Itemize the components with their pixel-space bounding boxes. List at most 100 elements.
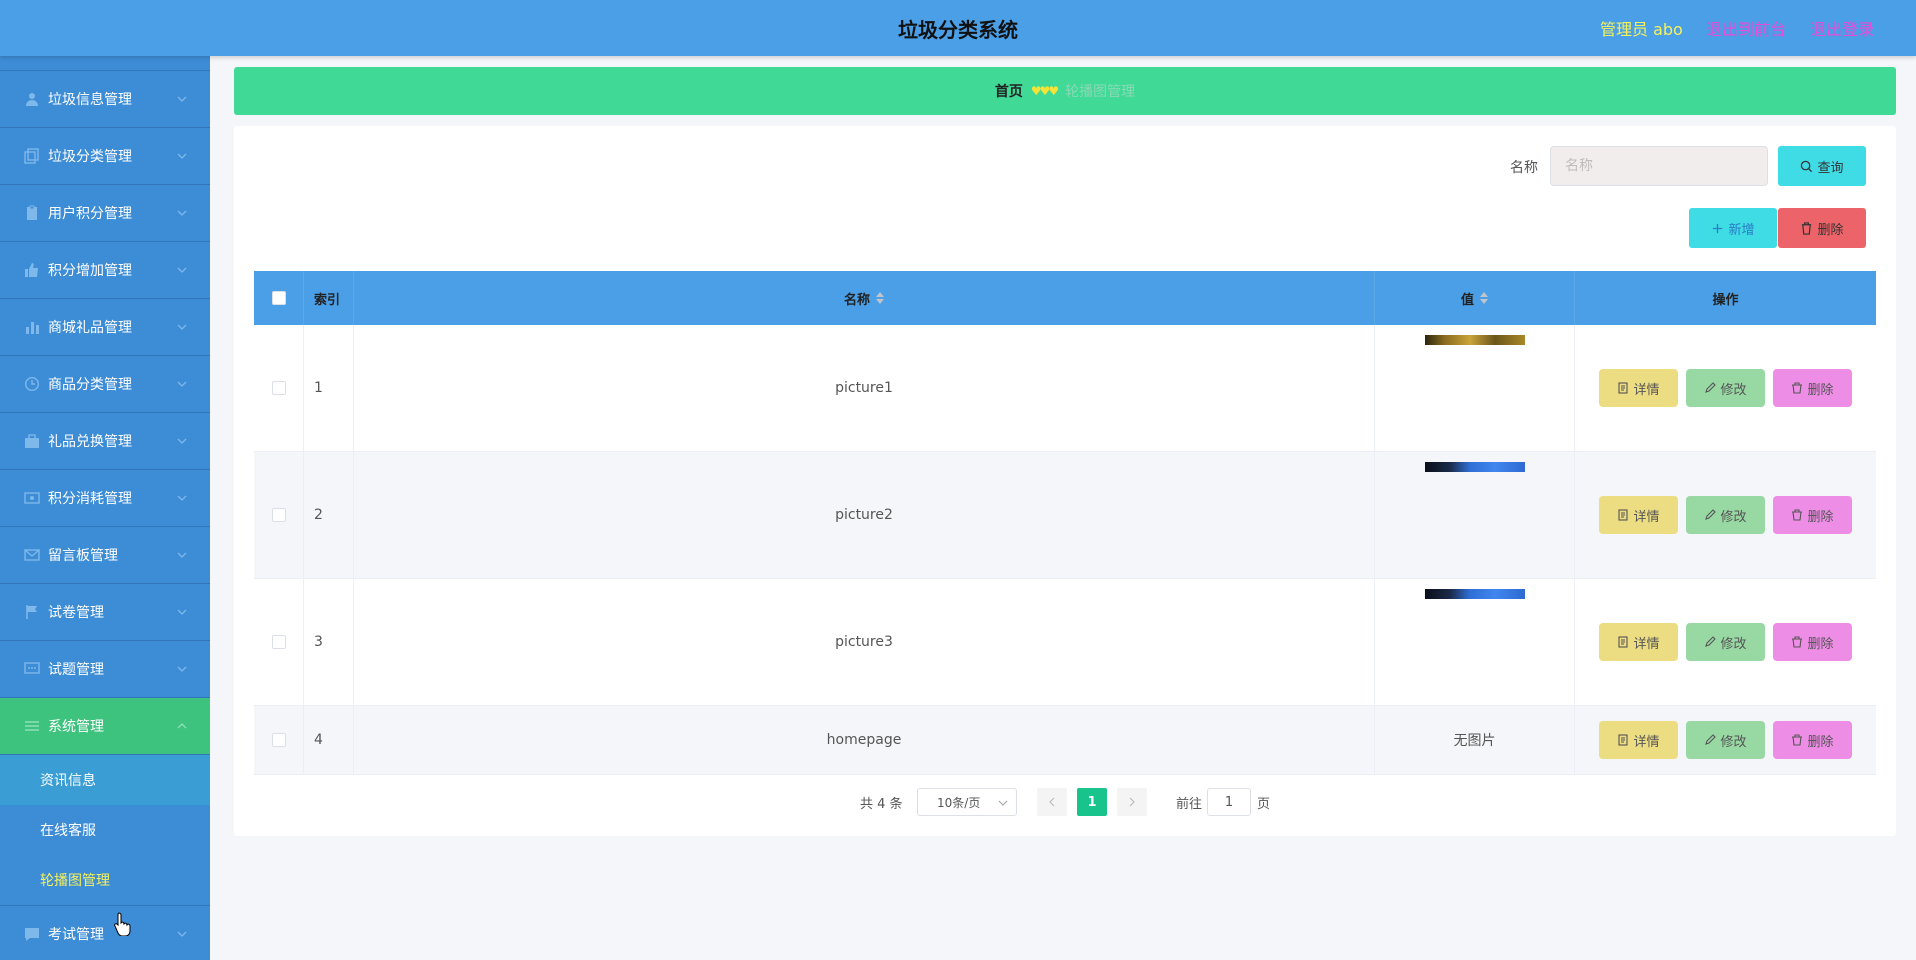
delete-label: 删除 — [1807, 382, 1834, 398]
copy-icon — [24, 148, 40, 164]
chevron-right-icon — [1129, 797, 1135, 807]
row-index: 2 — [304, 452, 354, 578]
batch-delete-button[interactable]: 删除 — [1778, 208, 1866, 248]
row-index: 4 — [304, 706, 354, 774]
breadcrumb-home[interactable]: 首页 — [995, 81, 1023, 101]
sliders-icon — [24, 718, 40, 734]
goto-page-input[interactable] — [1207, 788, 1251, 816]
chevron-left-icon — [1049, 797, 1055, 807]
query-button[interactable]: 查询 — [1778, 146, 1866, 186]
sort-icon[interactable] — [1480, 292, 1488, 304]
clock-icon — [24, 376, 40, 392]
select-all-checkbox[interactable] — [271, 291, 286, 305]
hearts-separator-icon: ♥♥♥ — [1030, 84, 1059, 98]
table-row: 3 picture3 详情 修改 删除 — [254, 579, 1876, 706]
delete-button[interactable]: 删除 — [1773, 496, 1852, 534]
trash-icon — [1792, 636, 1803, 648]
sidebar-top-divider — [0, 56, 210, 71]
search-input[interactable] — [1550, 146, 1768, 186]
table-row: 1 picture1 详情 修改 删除 — [254, 325, 1876, 452]
edit-button[interactable]: 修改 — [1686, 623, 1765, 661]
delete-label: 删除 — [1807, 734, 1834, 750]
detail-button[interactable]: 详情 — [1599, 623, 1678, 661]
page-size-select[interactable]: 10条/页 — [917, 788, 1017, 816]
sidebar-item-label: 用户积分管理 — [48, 206, 132, 222]
batch-delete-label: 删除 — [1817, 222, 1844, 238]
thumbnail-image[interactable] — [1425, 589, 1525, 599]
detail-label: 详情 — [1633, 382, 1660, 398]
sidebar-item-gift-mall[interactable]: 商城礼品管理 — [0, 299, 210, 356]
edit-button[interactable]: 修改 — [1686, 721, 1765, 759]
prev-page-button[interactable] — [1037, 788, 1067, 816]
sidebar-item-trash-category[interactable]: 垃圾分类管理 — [0, 128, 210, 185]
sidebar-item-label: 商品分类管理 — [48, 377, 132, 393]
row-checkbox[interactable] — [271, 381, 286, 395]
trash-icon — [1792, 734, 1803, 746]
detail-button[interactable]: 详情 — [1599, 369, 1678, 407]
page-suffix-label: 页 — [1257, 797, 1271, 812]
sidebar-item-trash-info[interactable]: 垃圾信息管理 — [0, 71, 210, 128]
thumbnail-image[interactable] — [1425, 462, 1525, 472]
exit-to-front-link[interactable]: 退出到前台 — [1706, 16, 1786, 40]
row-name: homepage — [354, 706, 1375, 774]
sidebar-subitem-carousel[interactable]: 轮播图管理 — [0, 855, 210, 905]
edit-button[interactable]: 修改 — [1686, 496, 1765, 534]
trash-icon — [1792, 509, 1803, 521]
user-icon — [24, 91, 40, 107]
row-name: picture3 — [354, 579, 1375, 705]
header-name-label: 名称 — [843, 292, 870, 308]
detail-button[interactable]: 详情 — [1599, 496, 1678, 534]
sidebar-item-label: 垃圾信息管理 — [48, 92, 132, 108]
sidebar-item-questions[interactable]: 试题管理 — [0, 641, 210, 698]
header-value[interactable]: 值 — [1375, 271, 1575, 325]
trash-icon — [1802, 221, 1812, 235]
sidebar-item-label: 留言板管理 — [48, 548, 118, 564]
sidebar-item-exam-paper[interactable]: 试卷管理 — [0, 584, 210, 641]
sidebar-item-label: 商城礼品管理 — [48, 320, 132, 336]
sidebar-item-exam[interactable]: 考试管理 — [0, 906, 210, 960]
sidebar-item-user-points[interactable]: 用户积分管理 — [0, 185, 210, 242]
chevron-down-icon — [177, 666, 187, 672]
logout-link[interactable]: 退出登录 — [1810, 16, 1874, 40]
row-actions: 详情 修改 删除 — [1575, 706, 1876, 774]
delete-button[interactable]: 删除 — [1773, 369, 1852, 407]
delete-button[interactable]: 删除 — [1773, 721, 1852, 759]
chat-icon — [24, 661, 40, 677]
row-checkbox[interactable] — [271, 508, 286, 522]
row-checkbox[interactable] — [271, 635, 286, 649]
thumb-up-icon — [24, 262, 40, 278]
table-header: 索引 名称 值 操作 — [254, 271, 1876, 325]
pencil-icon — [1705, 509, 1717, 520]
edit-button[interactable]: 修改 — [1686, 369, 1765, 407]
chevron-down-icon — [177, 552, 187, 558]
sidebar-item-system[interactable]: 系统管理 — [0, 698, 210, 755]
sidebar-item-label: 系统管理 — [48, 719, 104, 735]
sidebar-item-label: 试卷管理 — [48, 605, 104, 621]
page-number-current[interactable]: 1 — [1077, 788, 1107, 816]
sidebar-item-points-add[interactable]: 积分增加管理 — [0, 242, 210, 299]
sidebar-item-message-board[interactable]: 留言板管理 — [0, 527, 210, 584]
detail-button[interactable]: 详情 — [1599, 721, 1678, 759]
chevron-down-icon — [177, 324, 187, 330]
chevron-down-icon — [177, 931, 187, 937]
header-name[interactable]: 名称 — [354, 271, 1375, 325]
bar-chart-icon — [24, 319, 40, 335]
row-value: 无图片 — [1375, 706, 1575, 774]
sort-icon[interactable] — [876, 292, 884, 304]
detail-label: 详情 — [1633, 636, 1660, 652]
breadcrumb: 首页 ♥♥♥ 轮播图管理 — [234, 67, 1896, 115]
sidebar: 垃圾信息管理 垃圾分类管理 用户积分管理 积分增加管理 商城礼品管理 商品分类管… — [0, 56, 210, 960]
row-checkbox[interactable] — [271, 733, 286, 747]
thumbnail-image[interactable] — [1425, 335, 1525, 345]
add-button[interactable]: 新增 — [1689, 208, 1777, 248]
delete-button[interactable]: 删除 — [1773, 623, 1852, 661]
sidebar-item-gift-exchange[interactable]: 礼品兑换管理 — [0, 413, 210, 470]
document-icon — [1618, 636, 1629, 648]
row-checkbox-cell — [254, 579, 304, 705]
pencil-icon — [1705, 734, 1717, 745]
next-page-button[interactable] — [1117, 788, 1147, 816]
page-size-value: 10条/页 — [937, 795, 981, 810]
sidebar-item-goods-category[interactable]: 商品分类管理 — [0, 356, 210, 413]
sidebar-item-points-consume[interactable]: 积分消耗管理 — [0, 470, 210, 527]
breadcrumb-current: 轮播图管理 — [1065, 84, 1136, 100]
